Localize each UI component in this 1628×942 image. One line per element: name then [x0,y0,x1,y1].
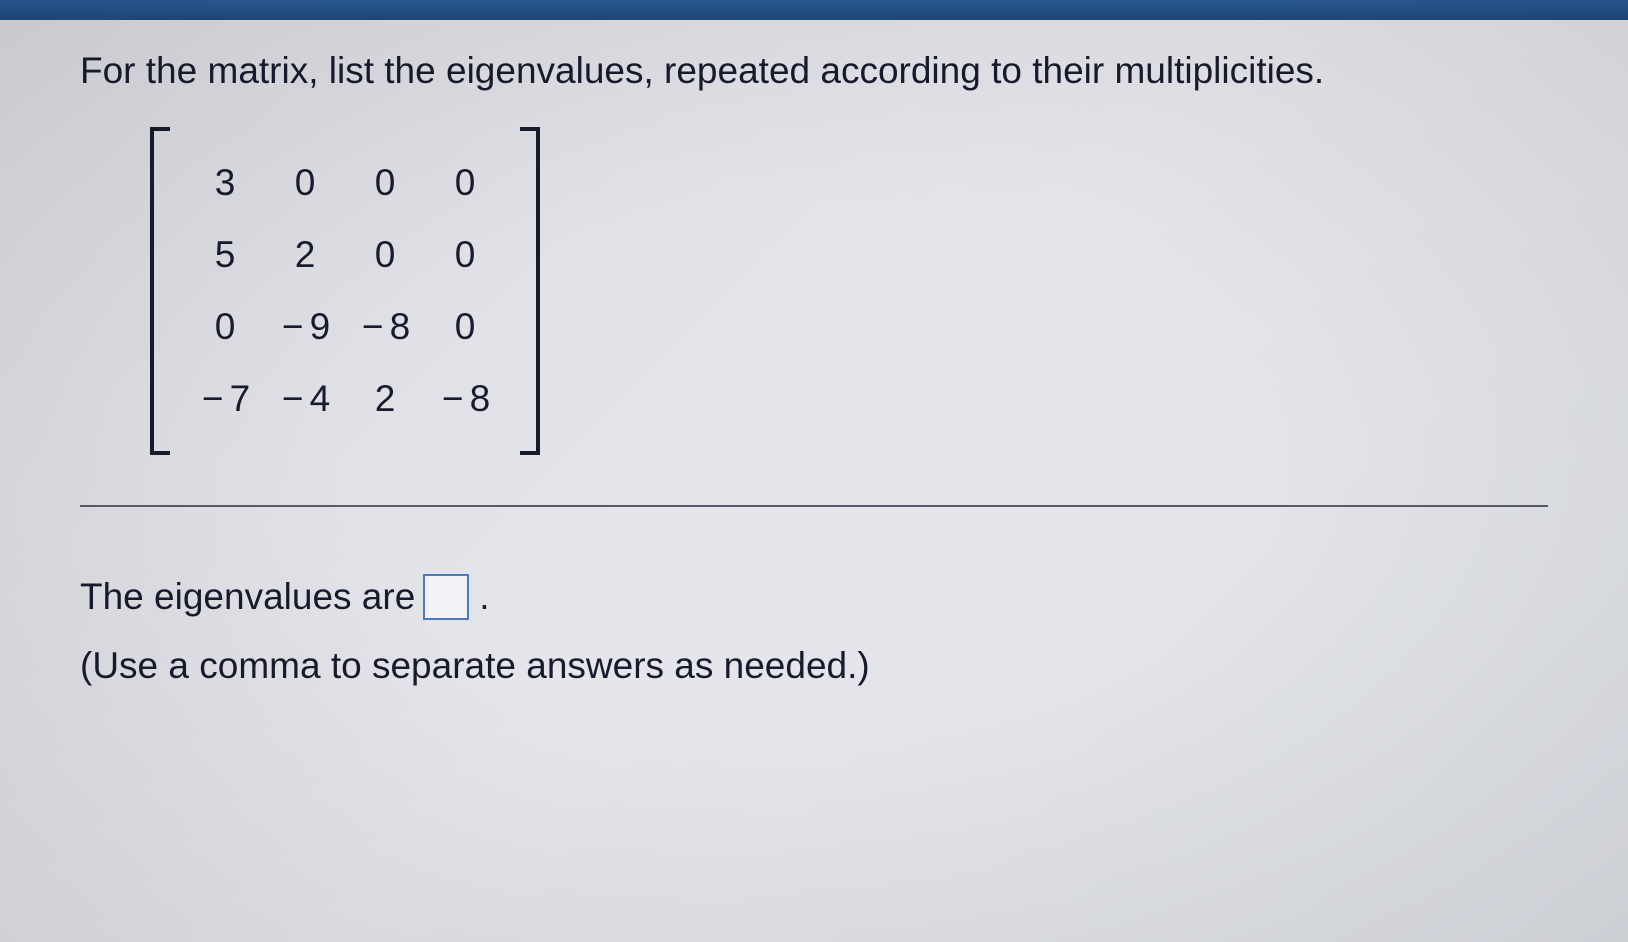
matrix-cell: − 8 [425,378,505,420]
matrix-cell: 5 [185,234,265,276]
matrix-right-bracket [520,127,540,455]
matrix-row-2: 0 − 9 − 8 0 [185,291,505,363]
matrix-cell: 0 [425,306,505,348]
matrix-cell: 0 [345,234,425,276]
matrix-cell: − 9 [265,306,345,348]
eigenvalues-input[interactable] [423,574,469,620]
matrix-cell: 2 [345,378,425,420]
answer-line: The eigenvalues are . [80,567,1548,626]
matrix-cell: 0 [425,234,505,276]
answer-section: The eigenvalues are . (Use a comma to se… [80,567,1548,695]
matrix-body: 3 0 0 0 5 2 0 0 0 − 9 − 8 0 − 7 − 4 2 [170,127,520,455]
answer-hint: (Use a comma to separate answers as need… [80,636,1548,695]
matrix-cell: 0 [265,162,345,204]
matrix-cell: 0 [345,162,425,204]
matrix: 3 0 0 0 5 2 0 0 0 − 9 − 8 0 − 7 − 4 2 [150,127,540,455]
section-divider [80,505,1548,507]
matrix-cell: 0 [185,306,265,348]
answer-prefix-text: The eigenvalues are [80,567,415,626]
question-content: For the matrix, list the eigenvalues, re… [0,0,1628,745]
question-prompt: For the matrix, list the eigenvalues, re… [80,50,1548,92]
matrix-row-1: 5 2 0 0 [185,219,505,291]
matrix-row-3: − 7 − 4 2 − 8 [185,363,505,435]
matrix-cell: 2 [265,234,345,276]
matrix-cell: 0 [425,162,505,204]
matrix-row-0: 3 0 0 0 [185,147,505,219]
matrix-left-bracket [150,127,170,455]
matrix-cell: 3 [185,162,265,204]
answer-period: . [479,567,489,626]
matrix-cell: − 4 [265,378,345,420]
window-top-bar [0,0,1628,20]
matrix-cell: − 8 [345,306,425,348]
matrix-cell: − 7 [185,378,265,420]
